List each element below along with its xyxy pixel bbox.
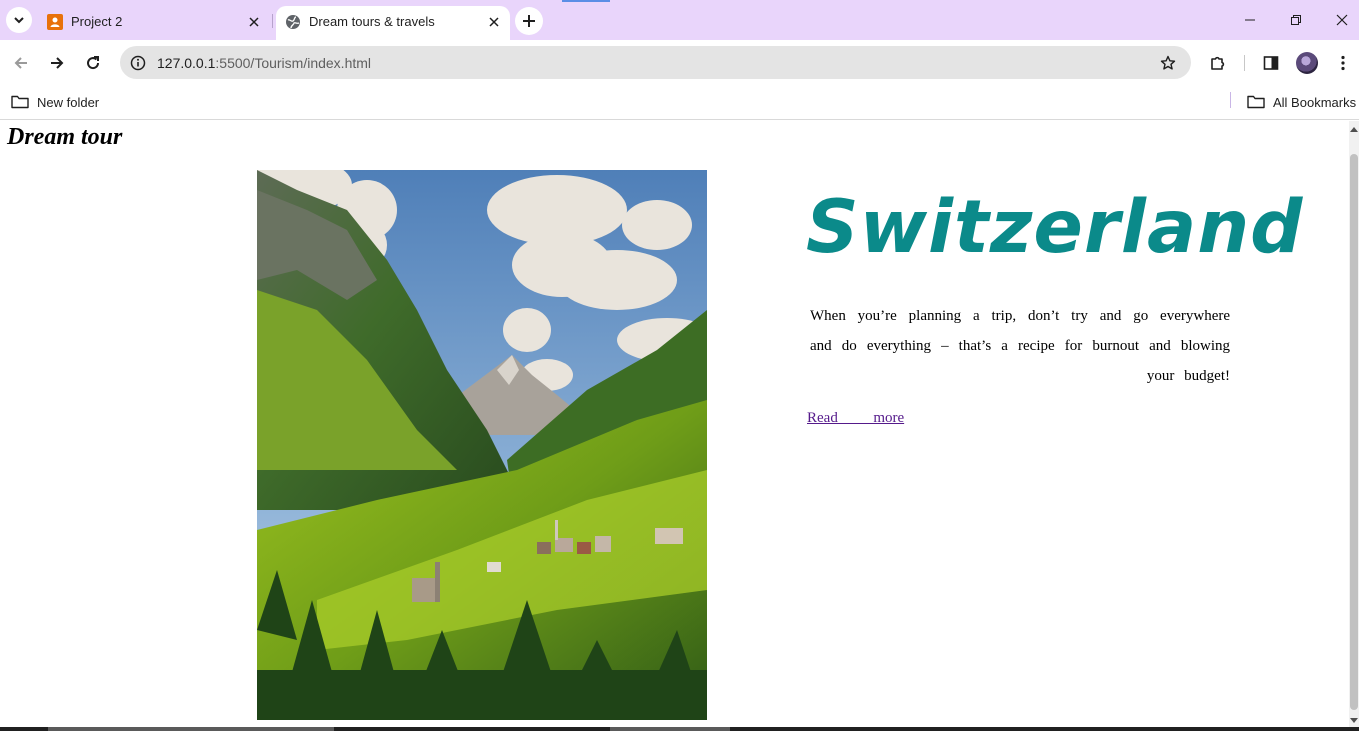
reload-button[interactable] [78,48,108,78]
tab-project-2[interactable]: Project 2 [38,6,270,40]
minimize-button[interactable] [1227,0,1273,40]
arrow-right-icon [51,57,64,69]
minimize-icon [1245,19,1255,21]
url-text[interactable]: 127.0.0.1:5500/Tourism/index.html [157,55,371,71]
bookmark-label: All Bookmarks [1273,94,1357,110]
read-more-link[interactable]: Read more [807,410,904,427]
page-scrollbar[interactable] [1349,121,1359,727]
browser-menu-button[interactable] [1328,48,1358,78]
google-sites-icon [47,14,63,30]
address-bar[interactable]: 127.0.0.1:5500/Tourism/index.html [120,46,1191,79]
tab-title: Project 2 [71,14,123,29]
tab-search-button[interactable] [6,7,32,33]
page-headline: Switzerland [806,185,1304,270]
chevron-down-icon [14,17,24,24]
taskbar-highlight [48,727,334,731]
bookmarks-divider [1230,92,1231,108]
bookmark-new-folder[interactable]: New folder [11,91,99,113]
scroll-down-arrow-icon[interactable] [1350,717,1358,725]
tab-dream-tours[interactable]: Dream tours & travels [276,6,510,40]
bookmarks-bar: New folder All Bookmarks [0,85,1359,120]
scrollbar-thumb[interactable] [1350,154,1358,710]
puzzle-icon [1211,56,1225,70]
extensions-button[interactable] [1203,48,1233,78]
star-icon [1160,55,1176,70]
side-panel-button[interactable] [1256,48,1286,78]
plus-icon [523,15,535,27]
toolbar-divider [1244,55,1245,71]
switzerland-landscape-image [257,170,707,720]
profile-avatar[interactable] [1296,52,1318,74]
reload-icon [87,56,100,70]
new-tab-button[interactable] [515,7,543,35]
tab-title: Dream tours & travels [309,14,435,29]
close-icon [1336,14,1348,26]
tab-divider [272,14,273,28]
arrow-left-icon [14,57,27,69]
bookmark-label: New folder [37,94,100,110]
close-icon[interactable] [486,14,502,30]
forward-button[interactable] [42,48,72,78]
bookmark-all-bookmarks[interactable]: All Bookmarks [1247,91,1356,113]
restore-button[interactable] [1273,0,1319,40]
site-brand: Dream tour [7,124,123,150]
close-window-button[interactable] [1319,0,1359,40]
globe-icon [285,14,301,30]
folder-icon [1247,95,1265,109]
bookmark-star-button[interactable] [1157,52,1179,74]
site-info-icon[interactable] [127,52,149,74]
browser-toolbar: 127.0.0.1:5500/Tourism/index.html [0,40,1359,85]
taskbar-edge [0,727,1359,731]
taskbar-highlight [610,727,730,731]
web-page: Dream tour Switzerland When you’re plann… [0,121,1349,727]
restore-icon [1291,15,1301,25]
tab-strip-indicator [562,0,610,2]
tab-strip: Project 2 Dream tours & travels [0,0,1359,40]
url-host: 127.0.0.1 [157,55,216,71]
scroll-up-arrow-icon[interactable] [1350,125,1358,133]
intro-paragraph: When you’re planning a trip, don’t try a… [810,308,1230,384]
more-vertical-icon [1341,55,1345,71]
side-panel-icon [1263,56,1279,70]
back-button[interactable] [6,48,36,78]
url-path: :5500/Tourism/index.html [215,55,372,71]
close-icon[interactable] [246,14,262,30]
folder-icon [11,95,29,109]
